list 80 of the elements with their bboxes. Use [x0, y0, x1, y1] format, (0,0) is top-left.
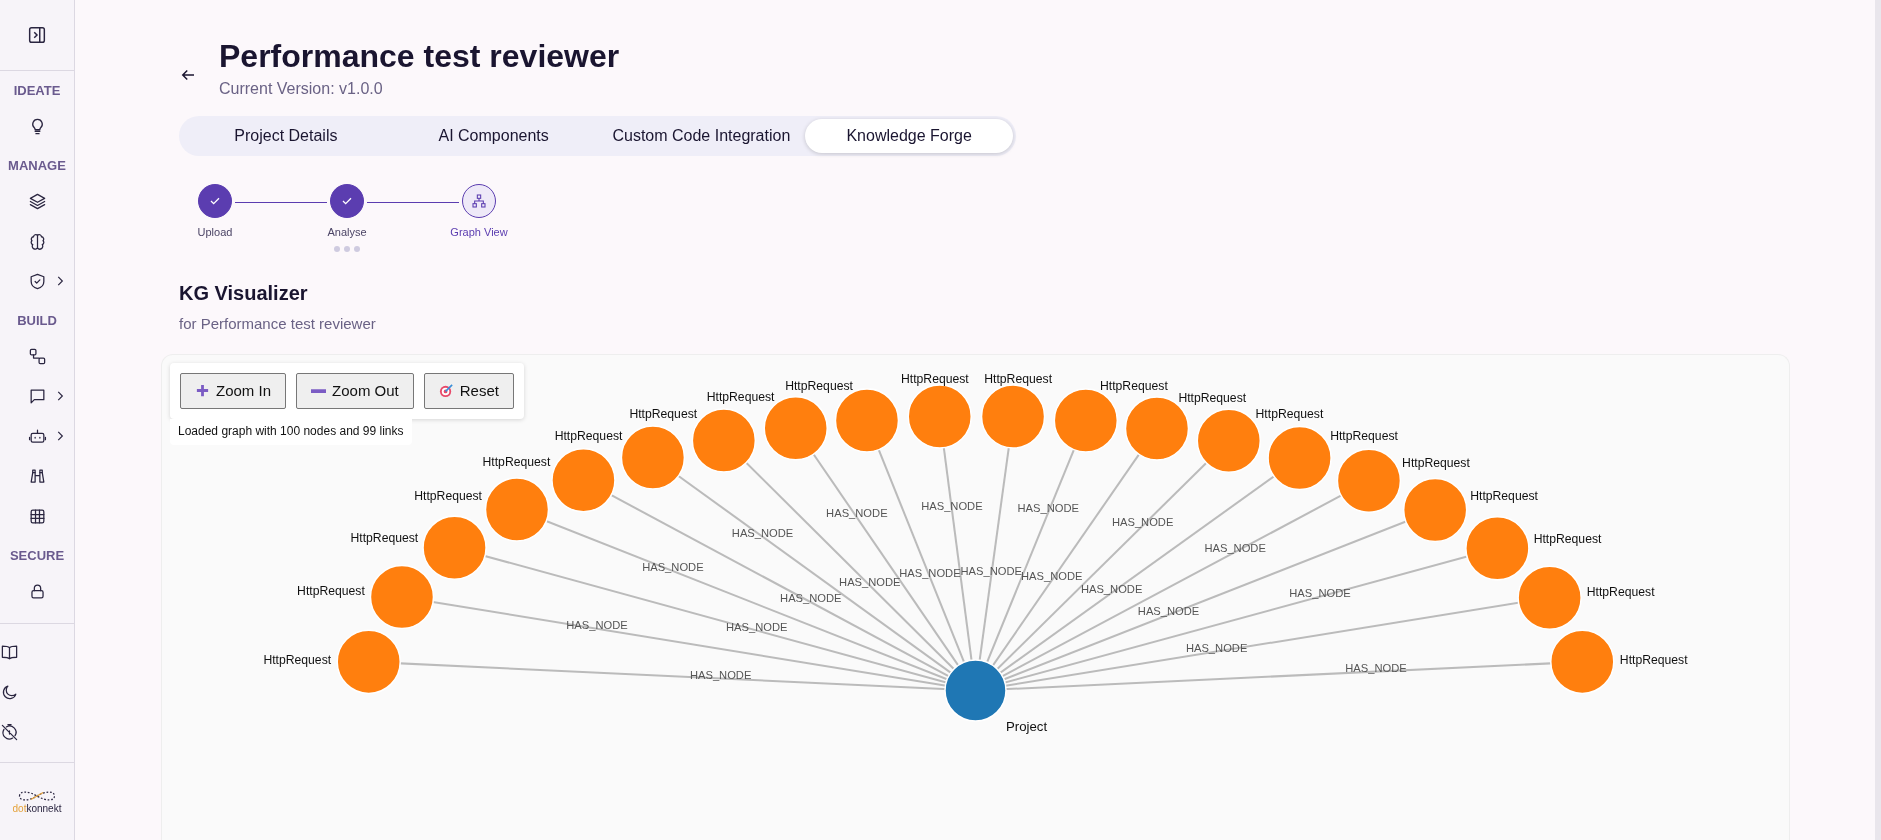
- sidebar-section-label: IDEATE: [12, 83, 62, 98]
- toolbar-button[interactable]: Reset: [423, 372, 514, 409]
- graph-node[interactable]: [1517, 564, 1582, 630]
- step-label: Upload: [197, 225, 233, 238]
- node-label: HttpRequest: [414, 488, 482, 503]
- graph-node[interactable]: [1267, 425, 1332, 490]
- graph-node[interactable]: [1336, 448, 1402, 513]
- edge-label: HAS_NODE: [1345, 661, 1407, 674]
- page-title: Performance test reviewer: [219, 37, 620, 76]
- node-label: HttpRequest: [1619, 652, 1688, 667]
- graph-node[interactable]: [1465, 515, 1530, 581]
- edge-label: HAS_NODE: [1185, 641, 1248, 654]
- sidebar-section-label: SECURE: [8, 548, 66, 563]
- node-label: HttpRequest: [901, 371, 969, 386]
- edge-label: HAS_NODE: [1289, 586, 1351, 599]
- graph-status-text: Loaded graph with 100 nodes and 99 links: [170, 418, 412, 445]
- layers-icon: [27, 191, 47, 211]
- node-label: HttpRequest: [706, 389, 775, 404]
- edge-label: HAS_NODE: [689, 668, 752, 681]
- node-label: HttpRequest: [554, 428, 623, 443]
- node-label: HttpRequest: [1255, 407, 1324, 422]
- edge-label: HAS_NODE: [1017, 501, 1080, 514]
- node-label: HttpRequest: [785, 378, 853, 393]
- edge-label: HAS_NODE: [1021, 570, 1083, 583]
- node-label: Project: [1006, 718, 1048, 734]
- edge-label: HAS_NODE: [566, 618, 628, 631]
- node-label: HttpRequest: [629, 406, 698, 421]
- node-label: HttpRequest: [1470, 488, 1538, 503]
- minus-icon: [311, 388, 327, 393]
- node-label: HttpRequest: [263, 652, 332, 667]
- graph-node[interactable]: [336, 629, 401, 694]
- node-label: HttpRequest: [984, 371, 1053, 386]
- graph-node[interactable]: [369, 564, 435, 629]
- edge-label: HAS_NODE: [725, 620, 788, 633]
- step-label: Graph View: [450, 225, 508, 238]
- node-label: HttpRequest: [1586, 584, 1655, 599]
- toolbar-button[interactable]: Zoom In: [180, 372, 287, 409]
- graph-node[interactable]: [484, 476, 550, 542]
- node-label: HttpRequest: [297, 583, 365, 598]
- graph-node[interactable]: [422, 514, 487, 580]
- node-label: HttpRequest: [1178, 390, 1247, 405]
- graph-node[interactable]: [551, 447, 616, 513]
- node-label: HttpRequest: [482, 455, 551, 470]
- edge-label: HAS_NODE: [1137, 604, 1200, 617]
- toolbar-button[interactable]: Zoom Out: [296, 372, 414, 409]
- edge-label: HAS_NODE: [731, 526, 794, 539]
- node-label: HttpRequest: [350, 530, 419, 545]
- edge-label: HAS_NODE: [826, 507, 888, 519]
- target-icon: [438, 383, 454, 399]
- edge-label: HAS_NODE: [921, 499, 983, 512]
- node-label: HttpRequest: [1402, 455, 1470, 470]
- edge-label: HAS_NODE: [780, 591, 842, 604]
- section-subtitle: for Performance test reviewer: [179, 314, 377, 332]
- step-label: Analyse: [327, 225, 367, 238]
- node-label: HttpRequest: [1533, 531, 1602, 546]
- plus-icon: [195, 383, 210, 399]
- node-label: HttpRequest: [1330, 428, 1398, 443]
- sidebar-section-label: BUILD: [16, 313, 58, 328]
- version-text: Current Version: v1.0.0: [219, 79, 384, 98]
- tab[interactable]: Project Details: [182, 118, 390, 153]
- connected-boxes-icon: [27, 346, 47, 366]
- edge-label: HAS_NODE: [960, 565, 1022, 578]
- tab[interactable]: AI Components: [389, 118, 598, 153]
- edge-label: HAS_NODE: [1080, 582, 1143, 595]
- sidebar-toggle-icon[interactable]: [26, 24, 48, 46]
- tab[interactable]: Knowledge Forge: [805, 118, 1013, 153]
- edge-label: HAS_NODE: [899, 566, 961, 579]
- edge-label: HAS_NODE: [839, 575, 901, 588]
- root-node[interactable]: [944, 658, 1007, 722]
- brand-logo: dotkonnekt: [12, 789, 62, 814]
- edge-label: HAS_NODE: [1111, 515, 1174, 528]
- timer-off-icon: [0, 722, 19, 742]
- edge-label: HAS_NODE: [642, 560, 704, 573]
- graph-node[interactable]: [1550, 629, 1615, 694]
- graph-node[interactable]: [1402, 477, 1468, 542]
- tab[interactable]: Custom Code Integration: [597, 118, 806, 153]
- edge-label: HAS_NODE: [1204, 541, 1266, 554]
- section-title: KG Visualizer: [179, 281, 309, 305]
- node-label: HttpRequest: [1100, 378, 1168, 393]
- sidebar-section-label: MANAGE: [7, 158, 67, 173]
